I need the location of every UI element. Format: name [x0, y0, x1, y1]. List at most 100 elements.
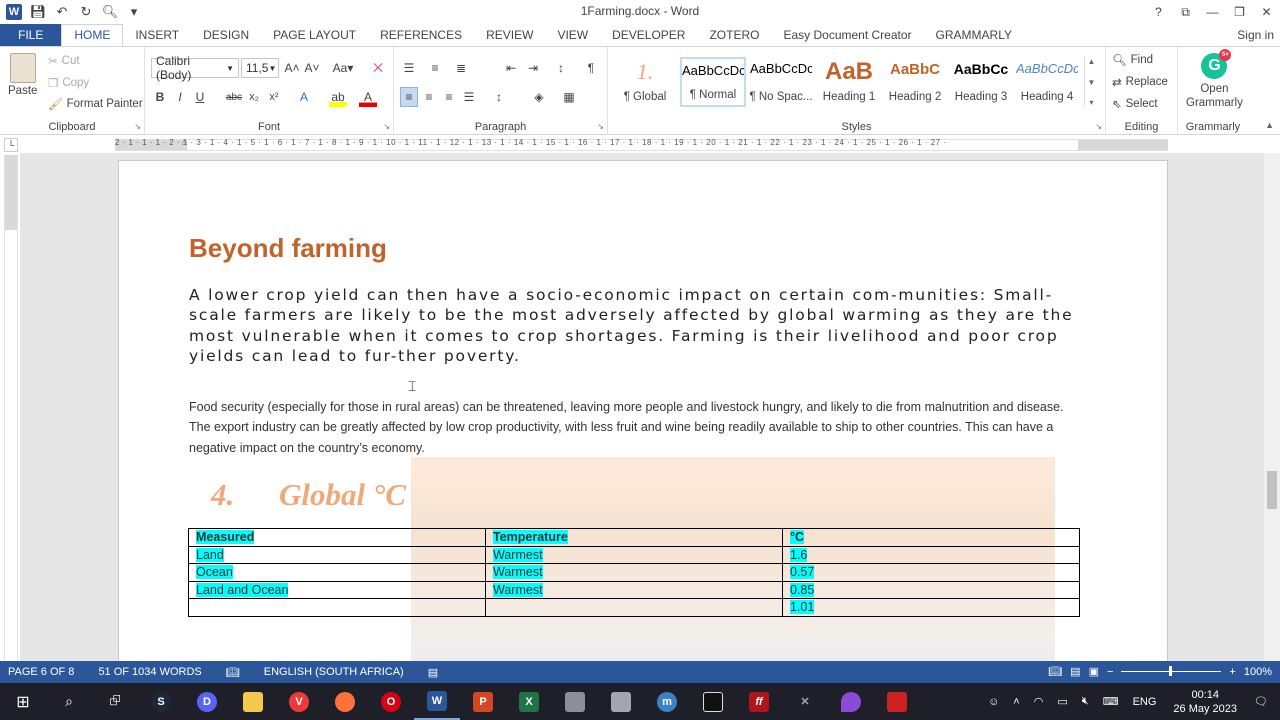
body-paragraph[interactable]: Food security (especially for those in r… [189, 397, 1079, 458]
lead-paragraph[interactable]: A lower crop yield can then have a socio… [189, 285, 1079, 366]
table-header-cell[interactable]: °C [782, 528, 1080, 547]
tab-view[interactable]: VIEW [545, 24, 600, 46]
web-layout-icon[interactable]: ▣ [1089, 665, 1099, 678]
increase-indent-icon[interactable]: ⇥ [524, 58, 542, 78]
indent-marker-icon[interactable]: ⌂ [182, 137, 192, 153]
help-icon[interactable]: ? [1145, 0, 1172, 24]
volume-icon[interactable]: 🔇︎ [1082, 695, 1089, 708]
align-center-icon[interactable]: ≡ [420, 87, 438, 107]
tab-file[interactable]: FILE [0, 24, 62, 46]
dialog-launcher-icon[interactable]: ↘ [134, 122, 141, 131]
scrollbar-thumb[interactable] [1267, 471, 1277, 509]
chevron-down-icon[interactable]: ▼ [1088, 78, 1096, 87]
taskbar-app-b[interactable] [598, 683, 644, 720]
clock[interactable]: 00:14 26 May 2023 [1173, 688, 1237, 716]
format-painter-button[interactable]: 🖌︎ Format Painter [48, 97, 143, 111]
highlight-icon[interactable]: ab [329, 87, 347, 107]
battery-icon[interactable]: ▭ [1057, 695, 1067, 708]
decrease-indent-icon[interactable]: ⇤ [502, 58, 520, 78]
table-cell[interactable] [188, 598, 486, 617]
font-size-select[interactable]: 11,5 ▼ [241, 58, 279, 78]
taskbar-opera[interactable]: O [368, 683, 414, 720]
tab-review[interactable]: REVIEW [474, 24, 545, 46]
input-language[interactable]: ENG [1133, 696, 1157, 708]
justify-icon[interactable]: ☰ [460, 87, 478, 107]
taskbar-musescore[interactable]: m [644, 683, 690, 720]
tab-grammarly[interactable]: GRAMMARLY [924, 24, 1024, 46]
bullets-icon[interactable]: ☰ [400, 58, 418, 78]
shrink-font-icon[interactable]: A˅ [303, 58, 321, 78]
bold-icon[interactable]: B [151, 87, 169, 107]
taskbar-app-d[interactable]: ff [736, 683, 782, 720]
page-count[interactable]: PAGE 6 OF 8 [8, 666, 74, 678]
vertical-scrollbar[interactable] [1264, 153, 1280, 661]
horizontal-ruler[interactable]: └ 2 · 1 · 1 · 1 · 2 · 1 · 3 · 1 · 4 · 1 … [0, 135, 1280, 153]
open-grammarly-button[interactable]: G 5+ Open Grammarly [1186, 49, 1243, 110]
dialog-launcher-icon[interactable]: ↘ [597, 122, 604, 131]
taskbar-discord[interactable]: D [184, 683, 230, 720]
sort-icon[interactable]: ↕ [552, 58, 570, 78]
style-heading-3[interactable]: AaBbCc Heading 3 [948, 57, 1014, 107]
taskbar-steam[interactable]: S [138, 683, 184, 720]
start-button[interactable]: ⊞ [0, 683, 46, 720]
zoom-level[interactable]: 100% [1244, 666, 1272, 678]
subscript-icon[interactable]: x₂ [245, 87, 263, 107]
table-cell[interactable]: Warmest [485, 545, 783, 564]
print-preview-icon[interactable]: 🔍︎ [102, 4, 119, 20]
tab-developer[interactable]: DEVELOPER [600, 24, 697, 46]
network-icon[interactable]: ◠ [1034, 695, 1044, 708]
shading-icon[interactable]: ◈ [530, 87, 548, 107]
table-header-cell[interactable]: Measured [188, 528, 486, 547]
customize-qat-icon[interactable]: ▾ [126, 4, 142, 20]
table-header-cell[interactable]: Temperature [485, 528, 783, 547]
tab-home[interactable]: HOME [61, 24, 124, 46]
font-family-select[interactable]: Calibri (Body) ▼ [151, 54, 239, 82]
replace-button[interactable]: ⇄ Replace [1112, 75, 1168, 89]
ribbon-display-icon[interactable]: ⧉ [1172, 0, 1199, 24]
underline-icon[interactable]: U [191, 87, 209, 107]
style-heading-4[interactable]: AaBbCcDc Heading 4 [1014, 57, 1080, 107]
taskbar-powerpoint[interactable]: P [460, 683, 506, 720]
taskbar-app-a[interactable] [552, 683, 598, 720]
find-button[interactable]: 🔍︎ Find [1112, 53, 1153, 67]
multilevel-list-icon[interactable]: ≣ [452, 58, 470, 78]
zoom-out-icon[interactable]: − [1107, 666, 1113, 678]
align-left-icon[interactable]: ≡ [400, 87, 418, 107]
language-indicator[interactable]: ENGLISH (SOUTH AFRICA) [264, 666, 404, 678]
collapse-ribbon-icon[interactable]: ▲ [1265, 120, 1274, 130]
task-view-button[interactable]: ⮺ [92, 683, 138, 720]
style-normal[interactable]: AaBbCcDc ¶ Normal [680, 57, 746, 107]
temperature-table[interactable]: Measured Temperature °C Land Warmest 1.6… [188, 528, 1080, 617]
word-count[interactable]: 51 OF 1034 WORDS [98, 666, 201, 678]
zoom-slider-knob[interactable] [1169, 666, 1173, 676]
tab-design[interactable]: DESIGN [191, 24, 261, 46]
taskbar-app-e[interactable]: ✕ [782, 683, 828, 720]
align-right-icon[interactable]: ≡ [440, 87, 458, 107]
taskbar-word[interactable]: W [414, 683, 460, 720]
table-cell[interactable]: 0.57 [782, 563, 1080, 582]
font-color-icon[interactable]: A [359, 87, 377, 107]
proofing-icon[interactable]: 📖︎ [226, 666, 240, 679]
change-case-icon[interactable]: Aa▾ [329, 58, 357, 78]
taskbar-firefox[interactable] [322, 683, 368, 720]
copy-button[interactable]: ❐ Copy [48, 76, 89, 90]
table-cell[interactable]: Land and Ocean [188, 580, 486, 599]
tab-insert[interactable]: INSERT [123, 24, 191, 46]
document-canvas[interactable]: Beyond farming A lower crop yield can th… [20, 153, 1264, 661]
table-cell[interactable]: Land [188, 545, 486, 564]
tab-references[interactable]: REFERENCES [368, 24, 474, 46]
table-cell[interactable]: 1.6 [782, 545, 1080, 564]
cut-button[interactable]: ✂ Cut [48, 54, 80, 68]
restore-icon[interactable]: ❐ [1226, 0, 1253, 24]
close-icon[interactable]: ✕ [1253, 0, 1280, 24]
dialog-launcher-icon[interactable]: ↘ [383, 122, 390, 131]
style-no-spacing[interactable]: AaBbCcDc ¶ No Spac... [748, 57, 814, 107]
zoom-slider[interactable] [1121, 666, 1222, 676]
clear-formatting-icon[interactable]: ⨉ [369, 58, 387, 78]
more-icon[interactable]: ▾ [1089, 98, 1093, 107]
save-icon[interactable]: 💾︎ [30, 4, 47, 20]
keyboard-icon[interactable]: ⌨ [1103, 695, 1119, 708]
tab-zotero[interactable]: ZOTERO [697, 24, 771, 46]
tab-page-layout[interactable]: PAGE LAYOUT [261, 24, 368, 46]
text-effects-icon[interactable]: A [295, 87, 313, 107]
